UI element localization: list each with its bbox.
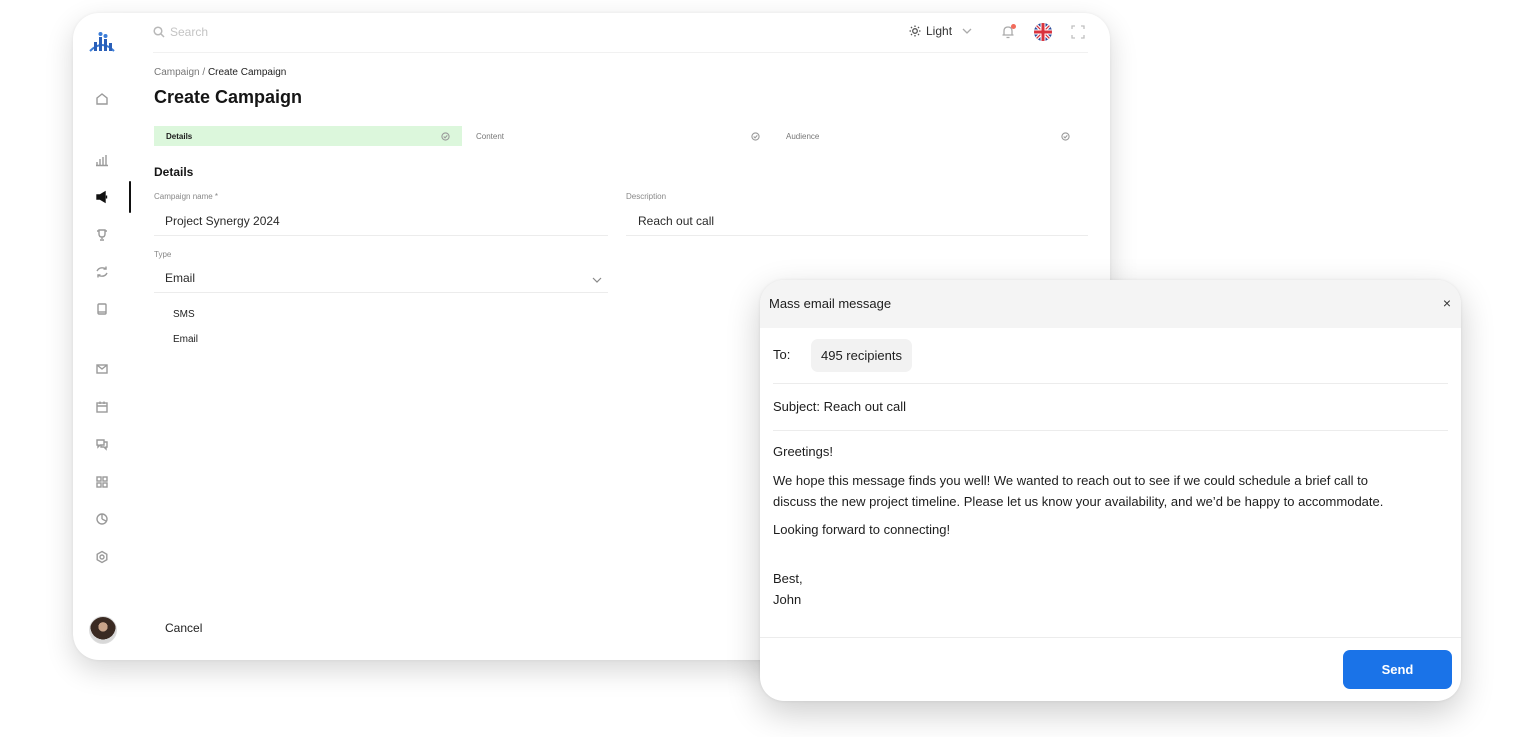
to-label: To: bbox=[773, 347, 791, 362]
search-placeholder: Search bbox=[170, 25, 209, 39]
bell-icon[interactable] bbox=[1001, 24, 1016, 40]
divider bbox=[773, 430, 1448, 431]
refresh-icon[interactable] bbox=[93, 263, 111, 281]
settings-icon[interactable] bbox=[93, 548, 111, 566]
mass-email-modal: Mass email message × To: 495 recipients … bbox=[760, 280, 1461, 701]
home-icon[interactable] bbox=[93, 90, 111, 108]
sidebar bbox=[73, 13, 131, 660]
fullscreen-icon[interactable] bbox=[1071, 25, 1085, 39]
step-content[interactable]: Content bbox=[464, 126, 772, 146]
recipients-chip[interactable]: 495 recipients bbox=[811, 339, 912, 372]
message-line[interactable]: discuss the new project timeline. Please… bbox=[773, 491, 1453, 512]
divider bbox=[760, 637, 1461, 638]
chevron-down-icon bbox=[962, 28, 972, 34]
page-title: Create Campaign bbox=[154, 87, 303, 107]
send-button[interactable]: Send bbox=[1343, 650, 1452, 689]
topbar: Search Light bbox=[153, 13, 1088, 53]
details-section-title: Details bbox=[154, 165, 194, 179]
step-audience[interactable]: Audience bbox=[774, 126, 1082, 146]
sun-icon bbox=[909, 25, 921, 37]
step-details[interactable]: Details bbox=[154, 126, 462, 146]
message-line[interactable]: We hope this message finds you well! We … bbox=[773, 470, 1453, 491]
breadcrumb: Campaign / Create Campaign bbox=[154, 67, 286, 78]
description-label: Description bbox=[626, 192, 667, 201]
calendar-icon[interactable] bbox=[93, 398, 111, 416]
breadcrumb-parent[interactable]: Campaign bbox=[154, 67, 200, 78]
logo-icon[interactable] bbox=[87, 29, 117, 59]
message-signoff[interactable]: Best, bbox=[773, 568, 1453, 589]
cancel-button[interactable]: Cancel bbox=[165, 621, 202, 635]
theme-label: Light bbox=[926, 24, 953, 38]
pie-icon[interactable] bbox=[93, 510, 111, 528]
step-label: Content bbox=[476, 131, 505, 141]
chart-icon[interactable] bbox=[93, 151, 111, 169]
field-divider bbox=[154, 235, 608, 236]
mail-icon[interactable] bbox=[93, 360, 111, 378]
step-label: Audience bbox=[786, 131, 820, 141]
type-select[interactable]: Email bbox=[165, 271, 195, 285]
message-signature[interactable]: John bbox=[773, 589, 1453, 610]
modal-header: Mass email message × bbox=[760, 280, 1461, 328]
chevron-down-icon[interactable] bbox=[591, 273, 603, 285]
breadcrumb-separator: / bbox=[202, 67, 206, 78]
search-icon bbox=[153, 26, 165, 38]
campaign-name-label: Campaign name * bbox=[154, 192, 219, 201]
close-icon[interactable]: × bbox=[1443, 295, 1451, 311]
divider bbox=[773, 383, 1448, 384]
search-input[interactable]: Search bbox=[153, 25, 208, 39]
grid-icon[interactable] bbox=[93, 473, 111, 491]
megaphone-icon[interactable] bbox=[93, 188, 111, 206]
field-divider bbox=[626, 235, 1088, 236]
breadcrumb-current: Create Campaign bbox=[207, 67, 287, 78]
subject-field[interactable]: Subject: Reach out call bbox=[773, 399, 906, 414]
campaign-name-field[interactable]: Project Synergy 2024 bbox=[165, 214, 280, 228]
step-label: Details bbox=[166, 131, 193, 141]
check-circle-icon bbox=[1061, 131, 1070, 141]
type-label: Type bbox=[154, 250, 172, 259]
uk-flag-icon[interactable] bbox=[1034, 23, 1052, 41]
active-nav-indicator bbox=[129, 181, 131, 213]
check-circle-icon bbox=[441, 131, 450, 141]
description-field[interactable]: Reach out call bbox=[638, 214, 714, 228]
chat-icon[interactable] bbox=[93, 435, 111, 453]
notification-dot bbox=[1011, 24, 1016, 29]
trophy-icon[interactable] bbox=[93, 226, 111, 244]
field-divider bbox=[154, 292, 608, 293]
message-line[interactable]: Looking forward to connecting! bbox=[773, 519, 1453, 540]
avatar[interactable] bbox=[89, 616, 117, 644]
book-icon[interactable] bbox=[93, 300, 111, 318]
theme-toggle[interactable]: Light bbox=[909, 24, 973, 38]
check-circle-icon bbox=[751, 131, 760, 141]
type-option-email[interactable]: Email bbox=[173, 334, 198, 345]
type-option-sms[interactable]: SMS bbox=[173, 309, 195, 320]
step-tabs: Details Content Audience bbox=[154, 126, 1082, 146]
message-greeting[interactable]: Greetings! bbox=[773, 441, 1453, 462]
modal-title: Mass email message bbox=[769, 296, 892, 311]
